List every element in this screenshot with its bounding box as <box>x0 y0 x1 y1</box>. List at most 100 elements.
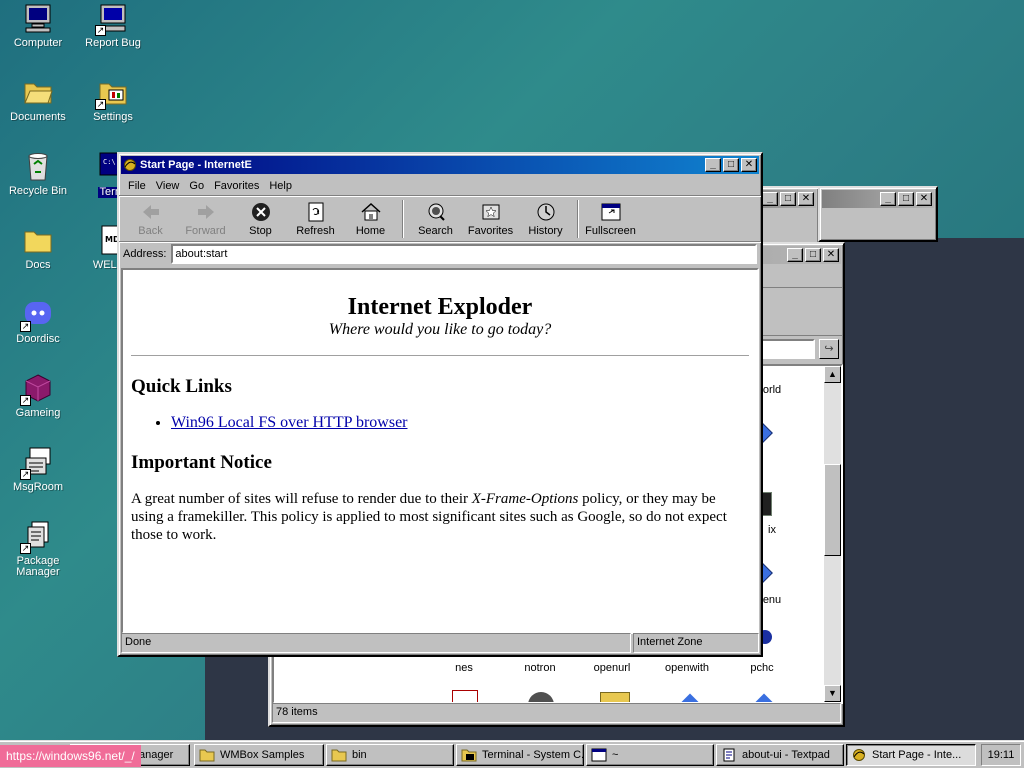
taskbar-item-terminal[interactable]: Terminal - System C... <box>456 744 584 766</box>
desktop-icon-documents[interactable]: Documents <box>0 76 78 123</box>
package-icon: ↗ <box>20 520 54 554</box>
recycle-bin-icon <box>22 150 54 182</box>
file-label[interactable]: openwith <box>651 662 723 674</box>
desktop-icon-msgroom[interactable]: ↗ MsgRoom <box>0 446 78 493</box>
home-label: Home <box>355 224 386 237</box>
file-label[interactable]: nes <box>428 662 500 674</box>
explorer-statusbar: 78 items <box>272 703 841 723</box>
desktop-icon-label: Gameing <box>15 407 61 419</box>
window-icon <box>591 748 607 762</box>
back-label: Back <box>138 224 163 237</box>
stop-button[interactable]: Stop <box>233 201 288 237</box>
forward-button[interactable]: Forward <box>178 201 233 237</box>
browser-titlebar[interactable]: Start Page - InternetE _ □ ✕ <box>121 156 759 174</box>
background-window-titlebar[interactable]: _ □ ✕ <box>822 190 934 208</box>
taskbar-item-bin[interactable]: bin <box>326 744 454 766</box>
taskbar-clock[interactable]: 19:11 <box>981 744 1021 766</box>
minimize-button[interactable]: _ <box>880 192 896 206</box>
address-input[interactable] <box>171 244 757 264</box>
back-button[interactable]: Back <box>123 201 178 237</box>
scroll-up-button[interactable]: ▲ <box>824 366 841 383</box>
svg-text:C:\: C:\ <box>103 158 116 166</box>
close-button[interactable]: ✕ <box>741 158 757 172</box>
list-item: Win96 Local FS over HTTP browser <box>171 414 749 432</box>
file-label[interactable]: pchc <box>726 662 798 674</box>
taskbar-item-label: bin <box>352 749 367 761</box>
close-button[interactable]: ✕ <box>916 192 932 206</box>
quick-link-local-fs[interactable]: Win96 Local FS over HTTP browser <box>171 414 408 431</box>
toolbar-separator <box>577 199 579 238</box>
menu-favorites[interactable]: Favorites <box>209 179 264 193</box>
taskbar-item-label: about-ui - Textpad <box>742 749 830 761</box>
quick-links-list: Win96 Local FS over HTTP browser <box>131 414 749 432</box>
notice-text-emphasis: X-Frame-Options <box>471 491 579 507</box>
desktop-icon-settings[interactable]: ↗ Settings <box>73 76 153 123</box>
close-button[interactable]: ✕ <box>798 192 814 206</box>
desktop-icon-label: Report Bug <box>85 37 141 49</box>
explorer-status-text: 78 items <box>272 703 841 723</box>
fullscreen-button[interactable]: Fullscreen <box>583 201 638 237</box>
browser-window[interactable]: Start Page - InternetE _ □ ✕ File View G… <box>117 152 763 657</box>
taskbar-item-start-page[interactable]: Start Page - Inte... <box>846 744 976 766</box>
desktop-icon-report-bug[interactable]: ↗ Report Bug <box>73 2 153 49</box>
favorites-button[interactable]: Favorites <box>463 201 518 237</box>
notice-text: A great number of sites will refuse to r… <box>131 490 749 544</box>
start-page: Internet Exploder Where would you like t… <box>123 270 757 552</box>
fullscreen-label: Fullscreen <box>585 224 636 237</box>
desktop-icon-computer[interactable]: Computer <box>0 2 78 49</box>
forward-arrow-icon <box>197 204 214 219</box>
close-button[interactable]: ✕ <box>823 248 839 262</box>
status-text: Done <box>121 633 631 653</box>
report-bug-icon: ↗ <box>95 2 129 36</box>
refresh-label: Refresh <box>296 224 335 237</box>
maximize-button[interactable]: □ <box>723 158 739 172</box>
minimize-button[interactable]: _ <box>762 192 778 206</box>
taskbar-item-textpad[interactable]: about-ui - Textpad <box>716 744 844 766</box>
desktop-icon-label: Settings <box>93 111 133 123</box>
forward-label: Forward <box>185 224 226 237</box>
file-label[interactable]: openurl <box>576 662 648 674</box>
desktop-icon-docs[interactable]: Docs <box>0 224 78 271</box>
vertical-scrollbar[interactable]: ▲ ▼ <box>824 366 841 702</box>
taskbar-item-label: anager <box>139 749 174 761</box>
notice-text-start: A great number of sites will refuse to r… <box>131 491 472 507</box>
taskbar-item-label: Start Page - Inte... <box>872 749 962 761</box>
search-button[interactable]: Search <box>408 201 463 237</box>
minimize-button[interactable]: _ <box>787 248 803 262</box>
browser-menubar: File View Go Favorites Help <box>119 176 761 196</box>
refresh-button[interactable]: Refresh <box>288 201 343 237</box>
desktop-icon-label: Docs <box>25 259 51 271</box>
history-icon <box>537 203 554 220</box>
menu-file[interactable]: File <box>123 179 151 193</box>
desktop-icon-label: Package Manager <box>16 555 60 578</box>
folder-icon <box>199 748 215 762</box>
menu-help[interactable]: Help <box>264 179 297 193</box>
desktop-icon-package-manager[interactable]: ↗ Package Manager <box>0 520 78 578</box>
minimize-button[interactable]: _ <box>705 158 721 172</box>
background-window-2[interactable]: _ □ ✕ <box>818 186 938 242</box>
desktop-icon-doordisc[interactable]: ↗ Doordisc <box>0 298 78 345</box>
go-arrow-icon[interactable]: ↪ <box>819 339 839 359</box>
desktop-icon-gameing[interactable]: ↗ Gameing <box>0 372 78 419</box>
taskbar-item-home-folder[interactable]: ~ <box>586 744 714 766</box>
scroll-down-button[interactable]: ▼ <box>824 685 841 702</box>
file-pdf-icon[interactable] <box>452 690 478 702</box>
file-label[interactable]: notron <box>504 662 576 674</box>
maximize-button[interactable]: □ <box>898 192 914 206</box>
taskbar-item-label: Terminal - System C... <box>482 749 584 761</box>
history-button[interactable]: History <box>518 201 573 237</box>
taskbar-item-wmbox-samples[interactable]: WMBox Samples <box>194 744 324 766</box>
scroll-thumb[interactable] <box>824 464 841 556</box>
menu-view[interactable]: View <box>151 179 185 193</box>
maximize-button[interactable]: □ <box>805 248 821 262</box>
desktop-icon-recycle-bin[interactable]: Recycle Bin <box>0 150 78 197</box>
menu-go[interactable]: Go <box>184 179 209 193</box>
maximize-button[interactable]: □ <box>780 192 796 206</box>
home-button[interactable]: Home <box>343 201 398 237</box>
browser-viewport[interactable]: Internet Exploder Where would you like t… <box>121 268 759 634</box>
favorites-icon <box>482 204 499 219</box>
desktop-icon-label: Documents <box>10 111 66 123</box>
desktop-icon-label: Doordisc <box>16 333 60 345</box>
address-bar: Address: <box>119 242 761 266</box>
folder-icon <box>22 224 54 256</box>
